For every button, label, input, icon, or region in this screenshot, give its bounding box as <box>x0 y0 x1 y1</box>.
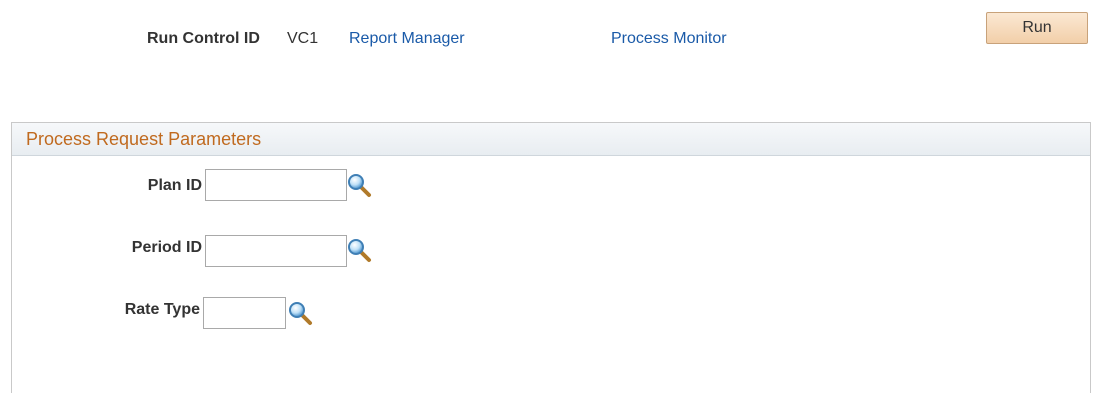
search-icon[interactable] <box>287 300 315 326</box>
group-title: Process Request Parameters <box>12 123 1090 156</box>
rate-type-input[interactable] <box>203 297 286 329</box>
rate-type-label: Rate Type <box>124 301 200 318</box>
process-request-parameters-group: Process Request Parameters Plan ID Perio… <box>11 122 1091 393</box>
run-control-id-label: Run Control ID <box>147 30 260 47</box>
period-id-label: Period ID <box>131 239 202 256</box>
run-control-id-value: VC1 <box>287 30 319 47</box>
search-icon[interactable] <box>346 172 374 198</box>
plan-id-input[interactable] <box>205 169 347 201</box>
period-id-input[interactable] <box>205 235 347 267</box>
process-request-page: Run Control ID VC1 Report Manager Proces… <box>0 0 1100 393</box>
search-icon[interactable] <box>346 237 374 263</box>
report-manager-link[interactable]: Report Manager <box>349 30 465 48</box>
run-button[interactable]: Run <box>986 12 1088 44</box>
plan-id-label: Plan ID <box>147 177 202 194</box>
process-monitor-link[interactable]: Process Monitor <box>611 30 727 48</box>
